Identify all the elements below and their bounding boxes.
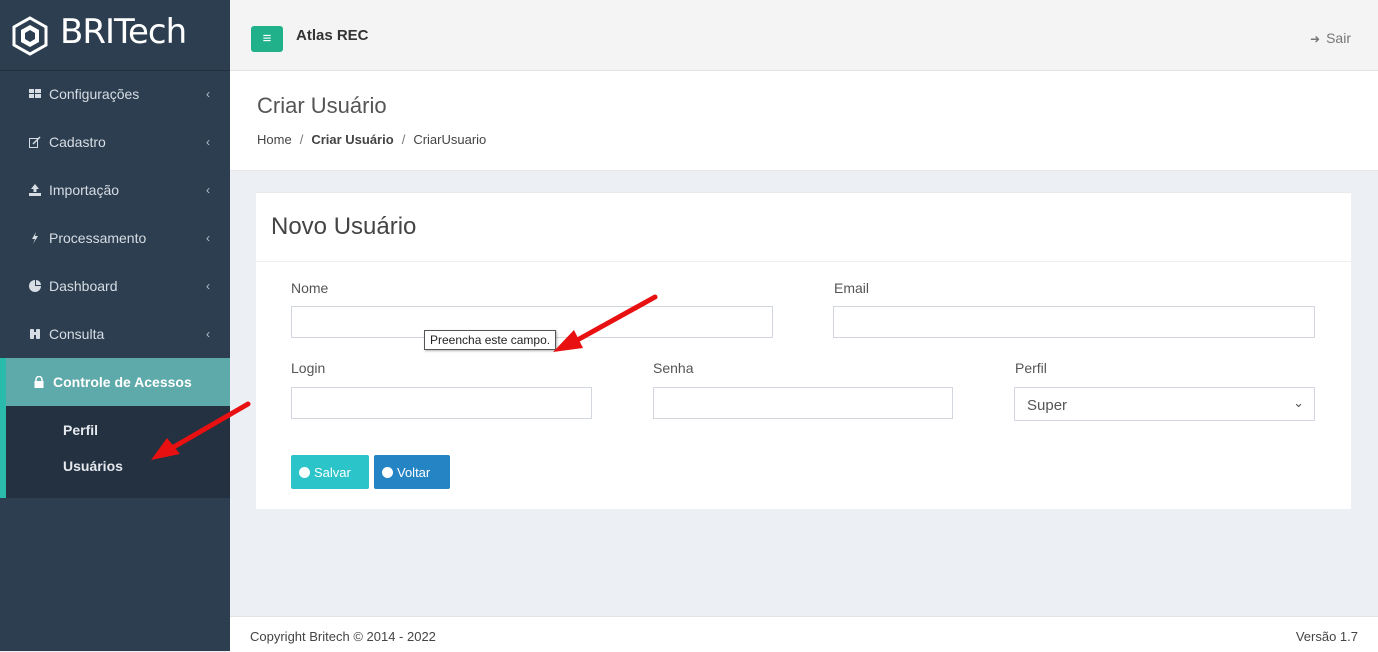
top-bar: ≡ Atlas REC ➜ Sair	[230, 0, 1378, 71]
sidebar-item-controle-de-acessos[interactable]: Controle de Acessos	[0, 358, 230, 406]
validation-tooltip: Preencha este campo.	[424, 330, 557, 350]
sidebar-item-cadastro[interactable]: Cadastro ‹	[0, 118, 230, 166]
page-title: Criar Usuário	[257, 93, 387, 118]
chevron-left-icon: ‹	[206, 231, 210, 245]
profile-select-value: Super	[1027, 397, 1068, 414]
name-label: Nome	[291, 280, 329, 296]
sidebar: BRITech Configurações ‹ Cadastro ‹ Impor…	[0, 0, 230, 651]
logout-label: Sair	[1326, 30, 1351, 46]
hamburger-icon: ≡	[262, 30, 272, 47]
card-title: Novo Usuário	[271, 213, 417, 240]
sidebar-item-dashboard[interactable]: Dashboard ‹	[0, 262, 230, 310]
chevron-left-icon: ‹	[206, 183, 210, 197]
version-text: Versão 1.7	[1295, 629, 1358, 644]
app-title: Atlas REC	[296, 27, 369, 44]
edit-icon	[29, 136, 41, 148]
breadcrumb-action: CriarUsuario	[413, 132, 487, 147]
sidebar-item-label: Importação	[49, 182, 120, 198]
sidebar-subnav: Perfil Usuários	[0, 406, 230, 498]
copyright-text: Copyright Britech © 2014 - 2022	[250, 629, 436, 644]
login-field[interactable]	[291, 387, 592, 419]
lock-icon	[34, 376, 44, 388]
sidebar-subitem-usuarios[interactable]: Usuários	[6, 448, 230, 484]
sign-out-icon: ➜	[1310, 32, 1321, 46]
sidebar-item-configuracoes[interactable]: Configurações ‹	[0, 70, 230, 118]
sidebar-item-label: Dashboard	[49, 278, 118, 294]
password-field[interactable]	[653, 387, 953, 419]
upload-icon	[29, 184, 41, 196]
pie-chart-icon	[29, 280, 41, 292]
footer: Copyright Britech © 2014 - 2022 Versão 1…	[230, 616, 1378, 652]
breadcrumb-separator: /	[401, 132, 406, 147]
sidebar-item-label: Consulta	[49, 326, 105, 342]
logo-bar: BRITech	[0, 0, 230, 71]
breadcrumb-current: Criar Usuário	[311, 132, 394, 147]
chevron-left-icon: ‹	[206, 327, 210, 341]
binoculars-icon	[30, 329, 40, 339]
back-button[interactable]: Voltar	[374, 455, 450, 489]
breadcrumb-home[interactable]: Home	[257, 132, 292, 147]
chevron-left-icon: ‹	[206, 87, 210, 101]
sidebar-item-label: Controle de Acessos	[53, 374, 192, 390]
arrow-left-circle-icon	[382, 466, 393, 478]
sidebar-item-consulta[interactable]: Consulta ‹	[0, 310, 230, 358]
sidebar-item-label: Configurações	[49, 86, 140, 102]
breadcrumb: Home / Criar Usuário / CriarUsuario	[257, 132, 486, 147]
page-header: Criar Usuário Home / Criar Usuário / CriarUs…	[230, 71, 1378, 171]
email-field[interactable]	[833, 306, 1315, 338]
card-header: Novo Usuário	[256, 193, 1351, 262]
email-label: Email	[834, 280, 870, 296]
sidebar-subitem-perfil[interactable]: Perfil	[6, 412, 230, 448]
breadcrumb-separator: /	[299, 132, 304, 147]
logo-icon	[12, 16, 48, 56]
chevron-left-icon: ‹	[206, 279, 210, 293]
chevron-left-icon: ‹	[206, 135, 210, 149]
bolt-icon	[32, 232, 38, 244]
grid-icon	[29, 89, 41, 98]
sidebar-item-label: Processamento	[49, 230, 147, 246]
menu-toggle-button[interactable]: ≡	[251, 26, 283, 52]
sidebar-item-processamento[interactable]: Processamento ‹	[0, 214, 230, 262]
sidebar-item-label: Cadastro	[49, 134, 106, 150]
save-button[interactable]: Salvar	[291, 455, 369, 489]
back-button-label: Voltar	[397, 464, 431, 480]
brand-name: BRITech	[60, 12, 187, 52]
new-user-form-card: Novo Usuário Nome Email Login Senha Perf…	[256, 192, 1351, 509]
password-label: Senha	[653, 360, 694, 376]
login-label: Login	[291, 360, 326, 376]
profile-select[interactable]: Super ⌄	[1014, 387, 1315, 421]
chevron-down-icon: ⌄	[1293, 395, 1304, 410]
sidebar-item-importacao[interactable]: Importação ‹	[0, 166, 230, 214]
check-circle-icon	[299, 466, 310, 478]
profile-label: Perfil	[1015, 360, 1047, 376]
logout-link[interactable]: ➜ Sair	[1310, 30, 1351, 46]
sidebar-nav: Configurações ‹ Cadastro ‹ Importação ‹ …	[0, 70, 230, 498]
save-button-label: Salvar	[314, 464, 351, 480]
